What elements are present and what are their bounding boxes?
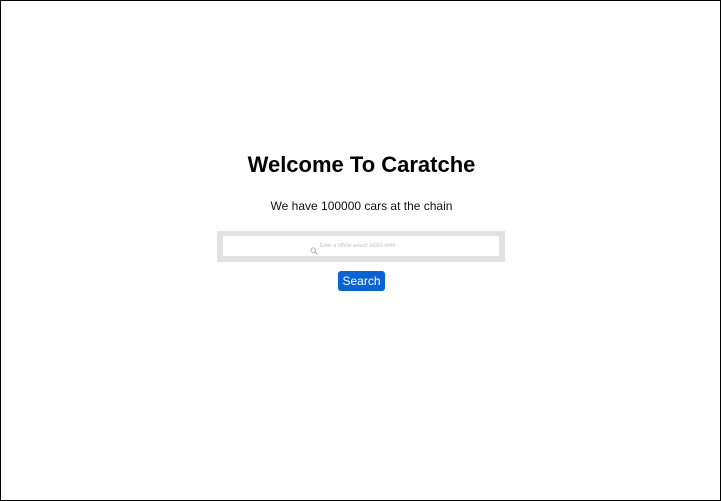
- page-frame: Welcome To Caratche We have 100000 cars …: [0, 0, 721, 501]
- search-field-container[interactable]: [223, 236, 499, 256]
- page-subtitle: We have 100000 cars at the chain: [270, 199, 453, 213]
- search-input[interactable]: [320, 241, 412, 251]
- search-button[interactable]: Search: [338, 271, 385, 291]
- page-title: Welcome To Caratche: [247, 152, 476, 177]
- search-icon: [310, 242, 318, 255]
- search-box: [217, 231, 505, 262]
